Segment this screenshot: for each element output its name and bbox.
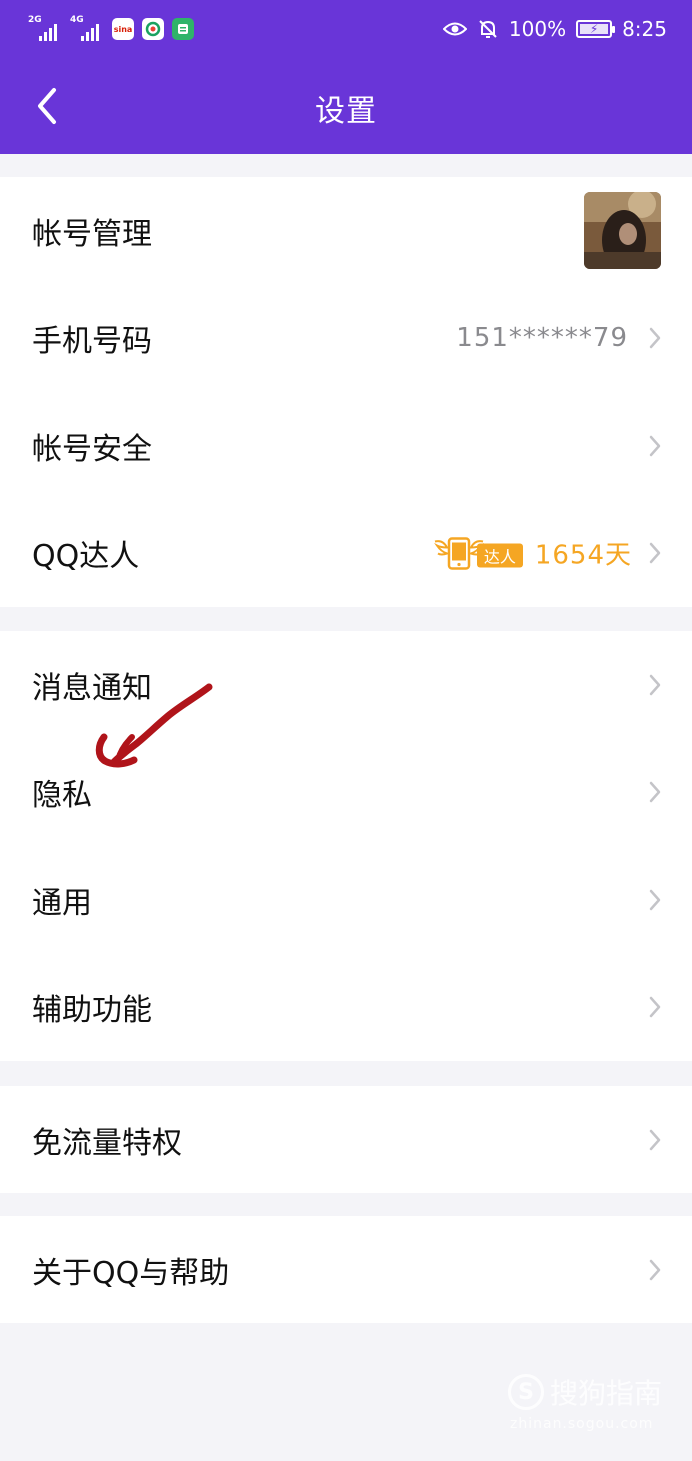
daren-days: 1654天: [534, 540, 632, 571]
chevron-right-icon: [649, 435, 661, 456]
chevron-right-icon: [649, 997, 661, 1018]
status-left: 2G 4G sina: [28, 15, 194, 43]
row-label: 帐号管理: [32, 216, 152, 252]
row-label: 手机号码: [32, 324, 152, 360]
chevron-right-icon: [649, 543, 661, 564]
sina-icon: sina: [112, 18, 134, 40]
chevron-right-icon: [649, 889, 661, 910]
settings-row-privacy[interactable]: 隐私: [0, 739, 692, 847]
row-label: 免流量特权: [32, 1125, 182, 1161]
row-label: QQ达人: [32, 539, 140, 575]
page-title: 设置: [315, 94, 377, 129]
settings-row-account-management[interactable]: 帐号管理: [0, 177, 692, 285]
settings-row-qq-daren[interactable]: QQ达人 达人 1654天: [0, 500, 692, 608]
watermark-url: zhinan.sogou.com: [510, 1416, 654, 1432]
row-label: 消息通知: [32, 670, 152, 706]
daren-status: 达人 1654天: [433, 535, 632, 572]
settings-group-about: 关于QQ与帮助: [0, 1216, 692, 1323]
daren-badge-label: 达人: [476, 543, 523, 568]
chevron-right-icon: [649, 328, 661, 349]
chevron-right-icon: [649, 1259, 661, 1280]
daren-badge: 达人: [433, 535, 525, 571]
title-bar: 设置: [0, 58, 692, 154]
settings-row-notifications[interactable]: 消息通知: [0, 631, 692, 739]
avatar[interactable]: [584, 192, 661, 269]
settings-group-account: 帐号管理 手机号码 151******79 帐号安全 QQ达人 达人 1654天: [0, 177, 692, 607]
chevron-right-icon: [649, 782, 661, 803]
settings-row-accessibility[interactable]: 辅助功能: [0, 954, 692, 1062]
eye-comfort-icon: [442, 22, 467, 36]
chevron-right-icon: [649, 1129, 661, 1150]
settings-row-general[interactable]: 通用: [0, 846, 692, 954]
battery-percent: 100%: [508, 17, 567, 41]
settings-row-free-data[interactable]: 免流量特权: [0, 1086, 692, 1193]
cell-signal-icon: 2G: [28, 15, 62, 41]
news-icon: [172, 18, 194, 40]
status-bar: 2G 4G sina 100% ⚡ 8:25: [0, 0, 692, 58]
settings-row-account-security[interactable]: 帐号安全: [0, 392, 692, 500]
battery-icon: ⚡: [576, 20, 616, 38]
settings-row-phone-number[interactable]: 手机号码 151******79: [0, 285, 692, 393]
chevron-right-icon: [649, 674, 661, 695]
cell-signal-icon: 4G: [70, 15, 104, 41]
watermark-text: 搜狗指南: [550, 1377, 663, 1410]
row-label: 辅助功能: [32, 993, 152, 1029]
phone-number-value: 151******79: [456, 323, 628, 354]
row-label: 通用: [32, 885, 92, 921]
sogou-watermark: S 搜狗指南 zhinan.sogou.com: [508, 1372, 668, 1438]
browser-icon: [142, 18, 164, 40]
settings-group-general: 消息通知 隐私 通用 辅助功能: [0, 631, 692, 1061]
mute-bell-icon: [479, 20, 497, 38]
clock: 8:25: [622, 17, 667, 41]
row-label: 隐私: [32, 778, 92, 814]
row-label: 帐号安全: [32, 431, 152, 467]
row-label: 关于QQ与帮助: [32, 1255, 230, 1291]
sogou-logo: S: [508, 1374, 544, 1410]
settings-group-data-privilege: 免流量特权: [0, 1086, 692, 1193]
settings-row-about-help[interactable]: 关于QQ与帮助: [0, 1216, 692, 1323]
status-right: 100% ⚡ 8:25: [442, 13, 667, 45]
